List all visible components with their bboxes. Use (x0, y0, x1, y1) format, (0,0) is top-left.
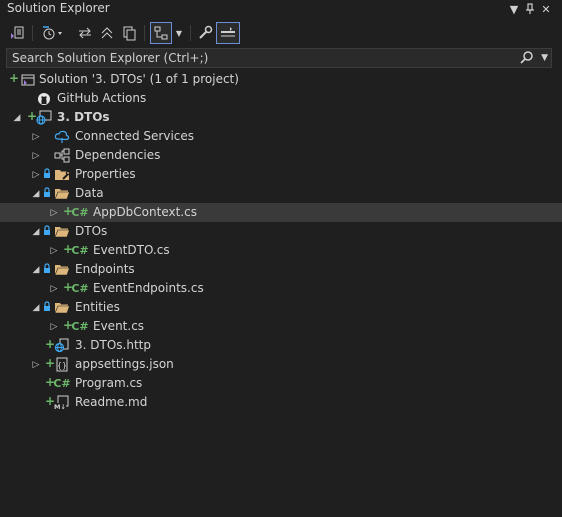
web-project-icon (36, 110, 52, 125)
tree-row-dtos-folder[interactable]: ◢ DTOs (0, 222, 562, 241)
svg-text:{}: {} (57, 361, 67, 370)
endpoints-folder-label: Endpoints (75, 262, 135, 276)
event-label: Event.cs (93, 319, 145, 333)
tree-row-solution[interactable]: + Solution '3. DTOs' (1 of 1 project) (0, 70, 562, 89)
tree-row-entities-folder[interactable]: ◢ Entities (0, 298, 562, 317)
appsettings-label: appsettings.json (75, 357, 174, 371)
dependencies-label: Dependencies (75, 148, 161, 162)
http-file-icon (54, 338, 70, 353)
lock-icon (43, 187, 51, 201)
tree-row-connected-services[interactable]: ▷ Connected Services (0, 127, 562, 146)
tree-row-appdbcontext[interactable]: ▷ + C# AppDbContext.cs (0, 203, 562, 222)
expanded-chevron-icon[interactable]: ◢ (31, 188, 41, 199)
collapsed-chevron-icon[interactable]: ▷ (31, 359, 41, 370)
window-title: Solution Explorer (7, 1, 110, 15)
collapsed-chevron-icon[interactable]: ▷ (31, 150, 41, 161)
search-options-dropdown-icon[interactable]: ▼ (541, 53, 548, 63)
collapsed-chevron-icon[interactable]: ▷ (31, 169, 41, 180)
folder-open-icon (54, 262, 70, 277)
tree-row-properties[interactable]: ▷ Properties (0, 165, 562, 184)
chevron-down-icon[interactable]: ▼ (174, 22, 184, 44)
properties-folder-icon (54, 167, 70, 182)
tree-row-endpoints-folder[interactable]: ◢ Endpoints (0, 260, 562, 279)
markdown-file-icon: M↓ (54, 395, 70, 410)
tree-row-readme[interactable]: + M↓ Readme.md (0, 393, 562, 412)
tree-row-eventdto[interactable]: ▷ + C# EventDTO.cs (0, 241, 562, 260)
search-input[interactable]: Search Solution Explorer (Ctrl+;) (12, 51, 208, 65)
tree-row-dependencies[interactable]: ▷ Dependencies (0, 146, 562, 165)
window-position-dropdown-icon[interactable]: ▼ (506, 0, 522, 18)
lock-icon (43, 263, 51, 277)
properties-label: Properties (75, 167, 136, 181)
sync-with-active-document-icon[interactable] (76, 22, 94, 44)
dtos-folder-label: DTOs (75, 224, 108, 238)
csharp-file-icon: C# (71, 282, 89, 295)
folder-open-icon (54, 300, 70, 315)
close-icon[interactable]: ✕ (538, 0, 554, 18)
view-toggle-active-icon[interactable] (150, 22, 172, 44)
git-added-icon: + (9, 71, 20, 85)
folder-open-icon (54, 224, 70, 239)
lock-icon (43, 225, 51, 239)
solution-icon (20, 72, 36, 87)
data-folder-label: Data (75, 186, 104, 200)
project-label: 3. DTOs (57, 110, 110, 124)
csharp-file-icon: C# (71, 244, 89, 257)
search-icon[interactable] (519, 50, 535, 69)
tree-row-http-file[interactable]: + 3. DTOs.http (0, 336, 562, 355)
lock-icon (43, 168, 51, 182)
solution-label: Solution '3. DTOs' (1 of 1 project) (39, 72, 239, 86)
http-file-label: 3. DTOs.http (75, 338, 151, 352)
appdbcontext-label: AppDbContext.cs (93, 205, 197, 219)
expanded-chevron-icon[interactable]: ◢ (31, 226, 41, 237)
svg-text:M↓: M↓ (54, 403, 66, 410)
preview-selected-items-icon[interactable] (216, 22, 240, 44)
title-bar: Solution Explorer ▼ ✕ (0, 0, 562, 18)
pin-icon[interactable] (522, 0, 538, 18)
github-actions-label: GitHub Actions (57, 91, 147, 105)
csharp-file-icon: C# (71, 206, 89, 219)
entities-folder-label: Entities (75, 300, 120, 314)
folder-open-icon (54, 186, 70, 201)
tree-row-program[interactable]: + C# Program.cs (0, 374, 562, 393)
tree-row-project[interactable]: ◢ + 3. DTOs (0, 108, 562, 127)
readme-label: Readme.md (75, 395, 148, 409)
expanded-chevron-icon[interactable]: ◢ (31, 264, 41, 275)
tree-row-appsettings[interactable]: ▷ + {} appsettings.json (0, 355, 562, 374)
tree-row-github-actions[interactable]: GitHub Actions (0, 89, 562, 108)
collapsed-chevron-icon[interactable]: ▷ (49, 321, 59, 332)
lock-icon (43, 301, 51, 315)
search-box[interactable]: Search Solution Explorer (Ctrl+;) ▼ (6, 48, 552, 68)
collapsed-chevron-icon[interactable]: ▷ (49, 283, 59, 294)
pending-changes-filter-icon[interactable] (40, 22, 66, 44)
tree-row-data-folder[interactable]: ◢ Data (0, 184, 562, 203)
collapsed-chevron-icon[interactable]: ▷ (49, 245, 59, 256)
toolbar-separator (190, 25, 191, 41)
json-file-icon: {} (54, 357, 70, 372)
dependencies-icon (54, 148, 70, 163)
show-all-files-icon[interactable] (120, 22, 138, 44)
csharp-file-icon: C# (53, 377, 71, 390)
connected-services-icon (54, 129, 70, 144)
vertical-scrollbar[interactable] (552, 70, 562, 517)
collapsed-chevron-icon[interactable]: ▷ (31, 131, 41, 142)
connected-services-label: Connected Services (75, 129, 195, 143)
toolbar: ▼ (0, 20, 562, 46)
program-label: Program.cs (75, 376, 143, 390)
eventendpoints-label: EventEndpoints.cs (93, 281, 204, 295)
collapse-all-icon[interactable] (98, 22, 116, 44)
tree-row-event[interactable]: ▷ + C# Event.cs (0, 317, 562, 336)
expanded-chevron-icon[interactable]: ◢ (12, 112, 22, 123)
switch-views-icon[interactable] (8, 22, 26, 44)
eventdto-label: EventDTO.cs (93, 243, 170, 257)
toolbar-separator (144, 25, 145, 41)
properties-wrench-icon[interactable] (196, 22, 214, 44)
collapsed-chevron-icon[interactable]: ▷ (49, 207, 59, 218)
github-icon (36, 91, 52, 106)
toolbar-separator (32, 25, 33, 41)
csharp-file-icon: C# (71, 320, 89, 333)
expanded-chevron-icon[interactable]: ◢ (31, 302, 41, 313)
tree-row-eventendpoints[interactable]: ▷ + C# EventEndpoints.cs (0, 279, 562, 298)
